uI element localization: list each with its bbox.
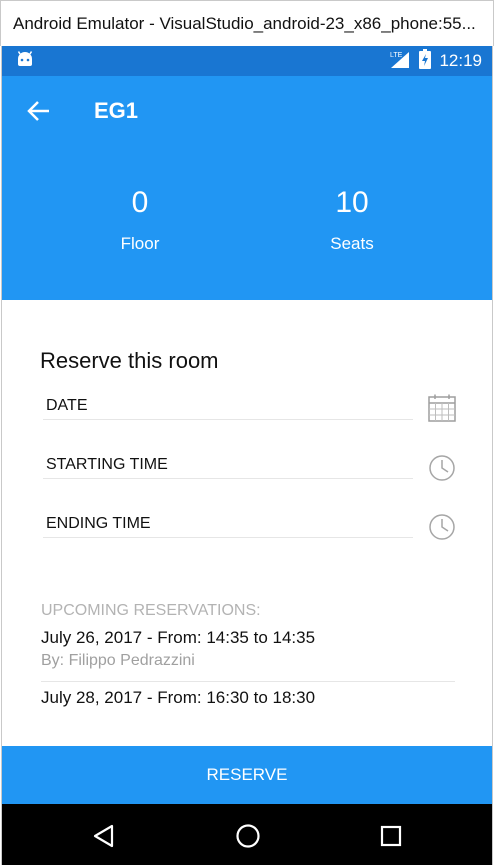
reservation-item: July 28, 2017 - From: 16:30 to 18:30 bbox=[41, 688, 455, 708]
window-titlebar: Android Emulator - VisualStudio_android-… bbox=[0, 0, 494, 46]
seats-stat: 10 Seats bbox=[272, 186, 432, 254]
battery-charging-icon bbox=[419, 48, 432, 74]
clock-time: 12:19 bbox=[439, 51, 482, 70]
reserve-button[interactable]: RESERVE bbox=[2, 746, 492, 804]
floor-stat: 0 Floor bbox=[60, 186, 220, 254]
section-title: Reserve this room bbox=[40, 348, 219, 373]
reservation-date: July 26, 2017 - From: 14:35 to 14:35 bbox=[41, 628, 316, 647]
date-field-label: DATE bbox=[46, 397, 88, 414]
room-title: EG1 bbox=[94, 98, 139, 123]
navigation-bar bbox=[2, 804, 492, 865]
date-field[interactable]: DATE bbox=[43, 394, 413, 420]
upcoming-reservations-label: UPCOMING RESERVATIONS: bbox=[41, 602, 261, 619]
floor-label: Floor bbox=[120, 234, 160, 253]
lte-label: LTE bbox=[390, 52, 403, 59]
seats-value: 10 bbox=[335, 186, 369, 219]
android-robot-icon bbox=[16, 50, 34, 72]
ending-time-field[interactable]: ENDING TIME bbox=[43, 512, 413, 538]
floor-value: 0 bbox=[131, 186, 149, 219]
reservation-date: July 28, 2017 - From: 16:30 to 18:30 bbox=[41, 688, 316, 707]
lte-signal-icon: LTE bbox=[389, 49, 411, 74]
nav-back-icon[interactable] bbox=[90, 822, 118, 850]
status-icons: LTE 12:19 bbox=[389, 48, 482, 74]
clock-icon[interactable] bbox=[428, 513, 456, 541]
status-bar: LTE 12:19 bbox=[2, 46, 492, 76]
starting-time-field[interactable]: STARTING TIME bbox=[43, 453, 413, 479]
reservation-item: July 26, 2017 - From: 14:35 to 14:35 By:… bbox=[41, 628, 455, 682]
seats-label: Seats bbox=[330, 234, 374, 253]
nav-home-icon[interactable] bbox=[234, 822, 262, 850]
starting-time-label: STARTING TIME bbox=[46, 456, 168, 473]
calendar-icon[interactable] bbox=[428, 394, 456, 422]
ending-time-label: ENDING TIME bbox=[46, 515, 151, 532]
phone-screen: LTE 12:19 EG1 0 Floor 10 Seats Reserve t… bbox=[1, 46, 493, 865]
room-header: EG1 0 Floor 10 Seats bbox=[2, 76, 492, 300]
window-title: Android Emulator - VisualStudio_android-… bbox=[13, 13, 476, 33]
reservation-by: By: Filippo Pedrazzini bbox=[41, 652, 195, 669]
back-arrow-icon[interactable] bbox=[24, 96, 54, 126]
nav-recents-icon[interactable] bbox=[377, 822, 405, 850]
clock-icon[interactable] bbox=[428, 454, 456, 482]
